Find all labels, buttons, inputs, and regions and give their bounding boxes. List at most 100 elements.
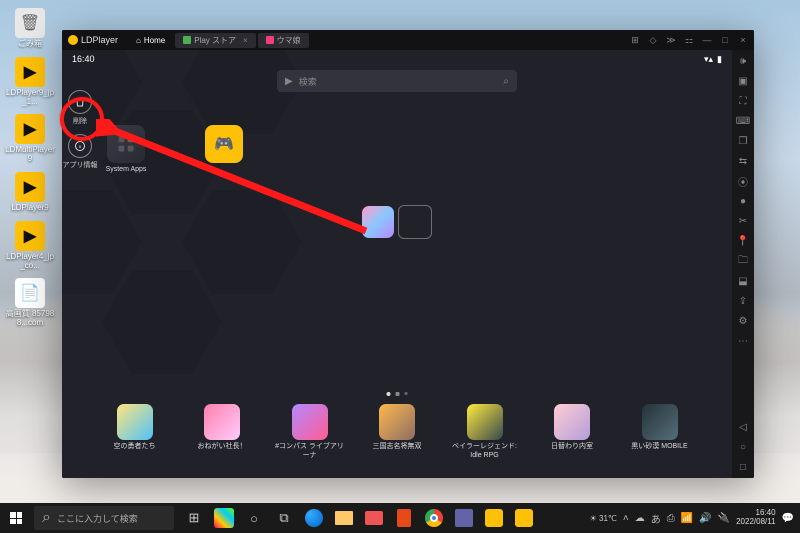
taskview-icon[interactable]: ⊞ (180, 503, 208, 533)
start-button[interactable] (0, 503, 32, 533)
apk-icon[interactable]: ⬓ (736, 274, 750, 288)
app-shortcut[interactable]: 空の勇者たち (100, 404, 170, 460)
power-icon[interactable]: 🔌 (718, 513, 730, 524)
desktop-icon-textfile[interactable]: 📄 高画質 857988...com (4, 278, 56, 328)
notifications-icon[interactable]: 💬 (782, 513, 794, 524)
app-icon-dragged (362, 206, 394, 238)
app-shortcut[interactable]: ベイラーレジェンド: Idle RPG (450, 404, 520, 460)
mail-icon[interactable] (360, 503, 388, 533)
page-indicator[interactable] (387, 392, 408, 396)
chrome-icon[interactable] (420, 503, 448, 533)
share-icon[interactable]: ⇪ (736, 294, 750, 308)
explorer-icon[interactable] (330, 503, 358, 533)
teams-icon[interactable] (450, 503, 478, 533)
close-icon[interactable]: × (243, 36, 248, 45)
tab-home[interactable]: ⌂ Home (128, 33, 173, 48)
maximize-icon[interactable]: □ (720, 35, 730, 45)
app-info-action[interactable]: アプリ情報 (62, 134, 98, 170)
macro-icon[interactable]: ⦿ (736, 174, 750, 188)
windows-icon (10, 512, 22, 524)
fullscreen-icon[interactable]: ⛶ (736, 94, 750, 108)
taskbar-clock[interactable]: 16:40 2022/08/11 (736, 509, 775, 527)
settings-icon[interactable]: ⚙ (736, 314, 750, 328)
system-tray: ☀ 31℃ ˄ ☁ あ ⎙ 📶 🔊 🔌 16:40 2022/08/11 💬 (590, 509, 800, 527)
gamepad-icon: 🎮 (205, 125, 243, 163)
ldplayer-taskbar-icon[interactable] (480, 503, 508, 533)
recents-icon[interactable]: □ (736, 460, 750, 474)
desktop-label: ごみ箱 (4, 40, 56, 49)
weather-widget[interactable]: ☀ 31℃ (590, 514, 617, 523)
ime-icon[interactable]: あ (651, 511, 661, 526)
camera-icon[interactable]: ▣ (736, 74, 750, 88)
keyboard-icon[interactable]: ⌨ (736, 114, 750, 128)
app-title: LDPlayer (81, 35, 118, 45)
wifi-icon[interactable]: 📶 (681, 513, 693, 524)
dragging-app[interactable] (362, 205, 432, 239)
titlebar-icon[interactable]: ◇ (648, 35, 658, 45)
desktop-label: LDMultiPlayer9 (4, 146, 56, 164)
titlebar[interactable]: LDPlayer ⌂ Home Play ストア × ウマ娘 ⊞ ◇ ≫ ⚏ —… (62, 30, 754, 50)
app-shortcut[interactable]: 三国志名将無双 (362, 404, 432, 460)
more-icon[interactable]: ⋯ (736, 334, 750, 348)
app-label: ベイラーレジェンド: Idle RPG (450, 443, 520, 460)
multi-instance-icon[interactable]: ❐ (736, 134, 750, 148)
app-label: 空の勇者たち (100, 443, 170, 451)
home-icon: ⌂ (136, 36, 141, 45)
app-label: 日替わり内室 (537, 443, 607, 451)
clock: 16:40 (72, 54, 95, 64)
app-shortcut[interactable]: おねがい社長！ (187, 404, 257, 460)
location-icon[interactable]: 📍 (736, 234, 750, 248)
home-icon[interactable]: ○ (736, 440, 750, 454)
onedrive-icon[interactable]: ☁ (635, 513, 645, 524)
tab-playstore[interactable]: Play ストア × (175, 33, 255, 48)
app-system-apps[interactable]: System Apps (102, 125, 150, 173)
ldplayer-taskbar-icon[interactable] (510, 503, 538, 533)
bottom-app-row: 空の勇者たち おねがい社長！ #コンパス ライブアリーナ 三国志名将無双 ベイラ… (62, 404, 732, 460)
volume-icon[interactable]: 🕪 (736, 54, 750, 68)
taskview-icon[interactable]: ⧉ (270, 503, 298, 533)
desktop-icon-ldmultiplayer9[interactable]: ▶ LDMultiPlayer9 (4, 114, 56, 164)
app-folder[interactable]: 🎮 (200, 125, 248, 173)
volume-icon[interactable]: 🔊 (699, 513, 711, 524)
app-shortcut[interactable]: 黒い砂漠 MOBILE (625, 404, 695, 460)
desktop-icon-ldplayer4jp[interactable]: ▶ LDPlayer4_jp_co... (4, 221, 56, 271)
close-icon[interactable]: × (738, 35, 748, 45)
drop-slot (398, 205, 432, 239)
app-shortcut[interactable]: 日替わり内室 (537, 404, 607, 460)
printer-icon[interactable]: ⎙ (667, 513, 675, 524)
desktop-label: LDPlayer9_jp_1... (4, 89, 56, 107)
desktop-icon-ldplayer9[interactable]: ▶ LDPlayer9 (4, 172, 56, 213)
app-shortcut[interactable]: #コンパス ライブアリーナ (275, 404, 345, 460)
desktop-label: LDPlayer9 (4, 204, 56, 213)
tab-label: Home (144, 36, 165, 45)
app-label: 黒い砂漠 MOBILE (625, 443, 695, 451)
taskbar-search[interactable]: ⌕ ここに入力して検索 (34, 506, 174, 530)
ldplayer-icon: ▶ (15, 172, 45, 202)
office-icon[interactable] (390, 503, 418, 533)
screenshot-icon[interactable]: ✂ (736, 214, 750, 228)
sync-icon[interactable]: ⇆ (736, 154, 750, 168)
search-placeholder: ここに入力して検索 (57, 512, 138, 525)
cortana-icon[interactable]: ○ (240, 503, 268, 533)
delete-action[interactable]: 削除 (62, 90, 98, 126)
edge-icon[interactable] (300, 503, 328, 533)
desktop-icon-ldplayer9jp[interactable]: ▶ LDPlayer9_jp_1... (4, 57, 56, 107)
minimize-icon[interactable]: — (702, 35, 712, 45)
file-icon[interactable]: 🗀 (736, 254, 750, 268)
titlebar-icon[interactable]: ⊞ (630, 35, 640, 45)
trash-icon (68, 90, 92, 114)
folder-icon (107, 125, 145, 163)
titlebar-icon[interactable]: ≫ (666, 35, 676, 45)
record-icon[interactable]: ● (736, 194, 750, 208)
emulator-screen[interactable]: 16:40 ▾▴ ▮ 削除 アプリ情報 (62, 50, 732, 478)
titlebar-icon[interactable]: ⚏ (684, 35, 694, 45)
tab-umamusume[interactable]: ウマ娘 (258, 33, 309, 48)
desktop-icon-recycle-bin[interactable]: 🗑 ごみ箱 (4, 8, 56, 49)
action-label: アプリ情報 (62, 160, 98, 170)
battery-icon: ▮ (717, 54, 722, 65)
chevron-up-icon[interactable]: ˄ (623, 513, 629, 524)
taskbar-app[interactable] (210, 503, 238, 533)
back-icon[interactable]: ◁ (736, 420, 750, 434)
logo-icon (68, 35, 78, 45)
tab-label: ウマ娘 (277, 35, 301, 46)
